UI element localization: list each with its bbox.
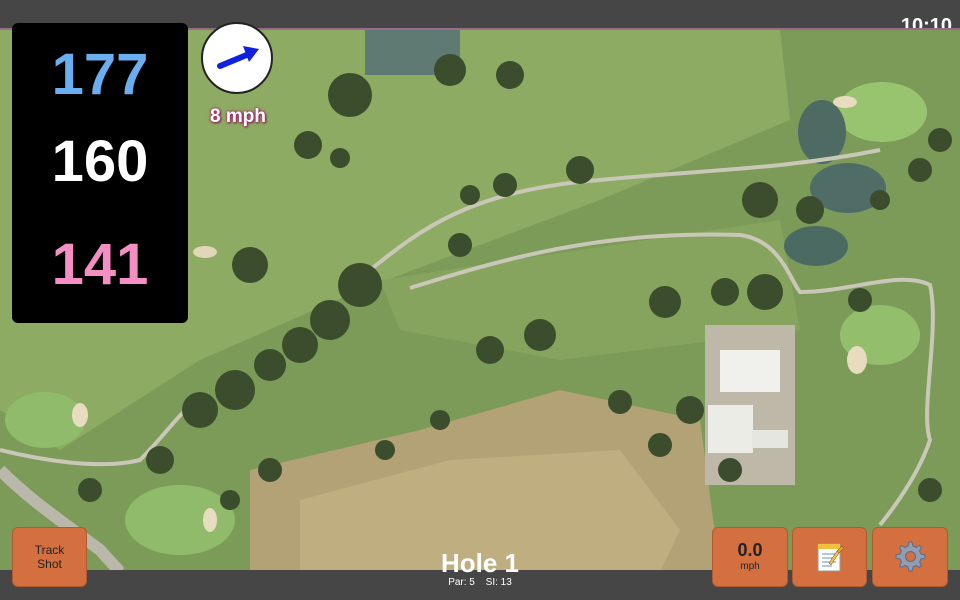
hole-stroke-index: SI: 13 xyxy=(485,577,512,588)
distance-panel: 177 160 141 xyxy=(12,23,188,323)
settings-button[interactable] xyxy=(872,527,948,587)
center-distance: 160 xyxy=(51,129,149,194)
speed-button[interactable]: 0.0 mph xyxy=(712,527,788,587)
wind-speed-label: 8 mph xyxy=(210,106,266,127)
notepad-icon xyxy=(817,543,844,572)
speed-value: 0.0 xyxy=(737,540,763,560)
track-shot-label-line2: Shot xyxy=(37,557,62,571)
wind-arrow-icon xyxy=(217,46,259,69)
notes-button[interactable] xyxy=(792,527,867,587)
hole-title: Hole 1 xyxy=(440,548,520,578)
track-shot-button[interactable]: Track Shot xyxy=(12,527,87,587)
track-shot-label-line1: Track xyxy=(34,543,65,557)
back-distance: 177 xyxy=(51,42,149,107)
wind-indicator xyxy=(201,22,273,94)
hole-info: Par: 5 SI: 13 xyxy=(380,577,580,589)
front-distance: 141 xyxy=(51,232,149,297)
hole-par: Par: 5 xyxy=(448,577,475,588)
speed-unit: mph xyxy=(740,561,760,572)
gear-icon xyxy=(895,541,926,572)
